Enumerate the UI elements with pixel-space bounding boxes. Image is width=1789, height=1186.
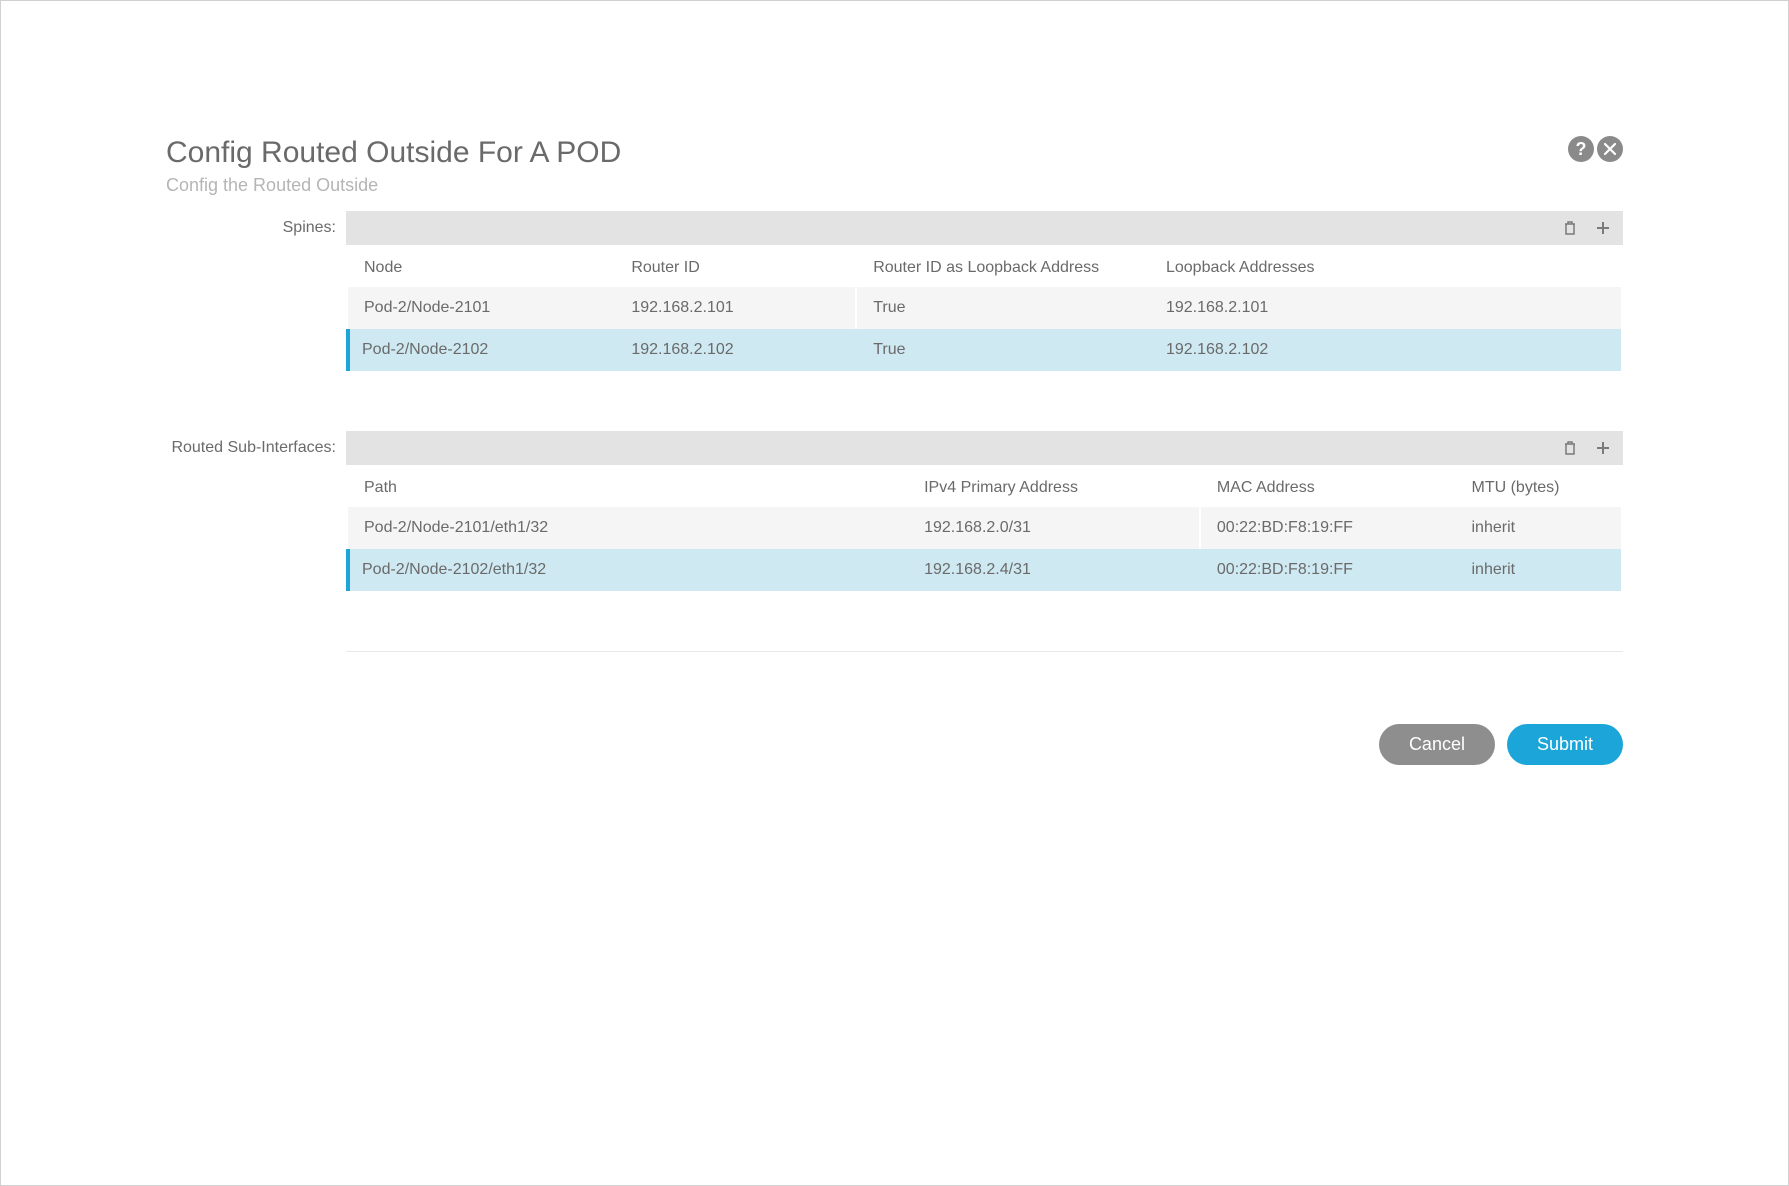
dialog-header: Config Routed Outside For A POD ? xyxy=(166,136,1623,170)
dialog-container: Config Routed Outside For A POD ? Config… xyxy=(166,136,1623,652)
header-icons: ? xyxy=(1568,136,1623,162)
table-row[interactable]: Pod-2/Node-2102/eth1/32 192.168.2.4/31 0… xyxy=(348,549,1621,591)
spines-section: Spines: Node Router ID Router xyxy=(166,211,1623,371)
spines-col-loopback-addresses[interactable]: Loopback Addresses xyxy=(1150,245,1621,287)
close-icon[interactable] xyxy=(1597,136,1623,162)
plus-icon[interactable] xyxy=(1595,220,1611,236)
rsi-col-ipv4[interactable]: IPv4 Primary Address xyxy=(908,465,1201,507)
cell-loopback-addresses: 192.168.2.102 xyxy=(1150,329,1621,371)
cell-mac: 00:22:BD:F8:19:FF xyxy=(1201,549,1456,591)
dialog-frame: Config Routed Outside For A POD ? Config… xyxy=(0,0,1789,1186)
rsi-col-mtu[interactable]: MTU (bytes) xyxy=(1455,465,1621,507)
trash-icon[interactable] xyxy=(1563,440,1577,456)
spines-header-row: Node Router ID Router ID as Loopback Add… xyxy=(348,245,1621,287)
routed-sub-interfaces-content: Path IPv4 Primary Address MAC Address MT… xyxy=(346,431,1623,591)
submit-button[interactable]: Submit xyxy=(1507,724,1623,765)
cell-path: Pod-2/Node-2102/eth1/32 xyxy=(348,549,908,591)
spines-col-node[interactable]: Node xyxy=(348,245,615,287)
spines-col-router-id[interactable]: Router ID xyxy=(615,245,857,287)
table-row[interactable]: Pod-2/Node-2102 192.168.2.102 True 192.1… xyxy=(348,329,1621,371)
spines-col-router-loopback[interactable]: Router ID as Loopback Address xyxy=(857,245,1150,287)
cell-node: Pod-2/Node-2102 xyxy=(348,329,615,371)
rsi-table: Path IPv4 Primary Address MAC Address MT… xyxy=(346,465,1623,591)
cell-router-id: 192.168.2.102 xyxy=(615,329,857,371)
spines-content: Node Router ID Router ID as Loopback Add… xyxy=(346,211,1623,371)
divider xyxy=(346,651,1623,652)
cell-mtu: inherit xyxy=(1455,549,1621,591)
cell-mac: 00:22:BD:F8:19:FF xyxy=(1201,507,1456,549)
table-row[interactable]: Pod-2/Node-2101/eth1/32 192.168.2.0/31 0… xyxy=(348,507,1621,549)
table-row[interactable]: Pod-2/Node-2101 192.168.2.101 True 192.1… xyxy=(348,287,1621,329)
rsi-col-mac[interactable]: MAC Address xyxy=(1201,465,1456,507)
trash-icon[interactable] xyxy=(1563,220,1577,236)
cell-mtu: inherit xyxy=(1455,507,1621,549)
dialog-subtitle: Config the Routed Outside xyxy=(166,175,1623,196)
cell-router-loopback: True xyxy=(857,329,1150,371)
rsi-col-path[interactable]: Path xyxy=(348,465,908,507)
cell-path: Pod-2/Node-2101/eth1/32 xyxy=(348,507,908,549)
cell-loopback-addresses: 192.168.2.101 xyxy=(1150,287,1621,329)
dialog-title: Config Routed Outside For A POD xyxy=(166,136,621,170)
rsi-toolbar xyxy=(346,431,1623,465)
routed-sub-interfaces-section: Routed Sub-Interfaces: Path IPv4 Primary… xyxy=(166,431,1623,591)
spines-toolbar xyxy=(346,211,1623,245)
cancel-button[interactable]: Cancel xyxy=(1379,724,1495,765)
plus-icon[interactable] xyxy=(1595,440,1611,456)
cell-ipv4: 192.168.2.4/31 xyxy=(908,549,1201,591)
cell-ipv4: 192.168.2.0/31 xyxy=(908,507,1201,549)
dialog-footer: Cancel Submit xyxy=(1379,724,1623,765)
cell-router-id: 192.168.2.101 xyxy=(615,287,857,329)
help-icon[interactable]: ? xyxy=(1568,136,1594,162)
spines-table: Node Router ID Router ID as Loopback Add… xyxy=(346,245,1623,371)
spines-label: Spines: xyxy=(166,211,346,237)
cell-router-loopback: True xyxy=(857,287,1150,329)
routed-sub-interfaces-label: Routed Sub-Interfaces: xyxy=(166,431,346,457)
rsi-header-row: Path IPv4 Primary Address MAC Address MT… xyxy=(348,465,1621,507)
cell-node: Pod-2/Node-2101 xyxy=(348,287,615,329)
